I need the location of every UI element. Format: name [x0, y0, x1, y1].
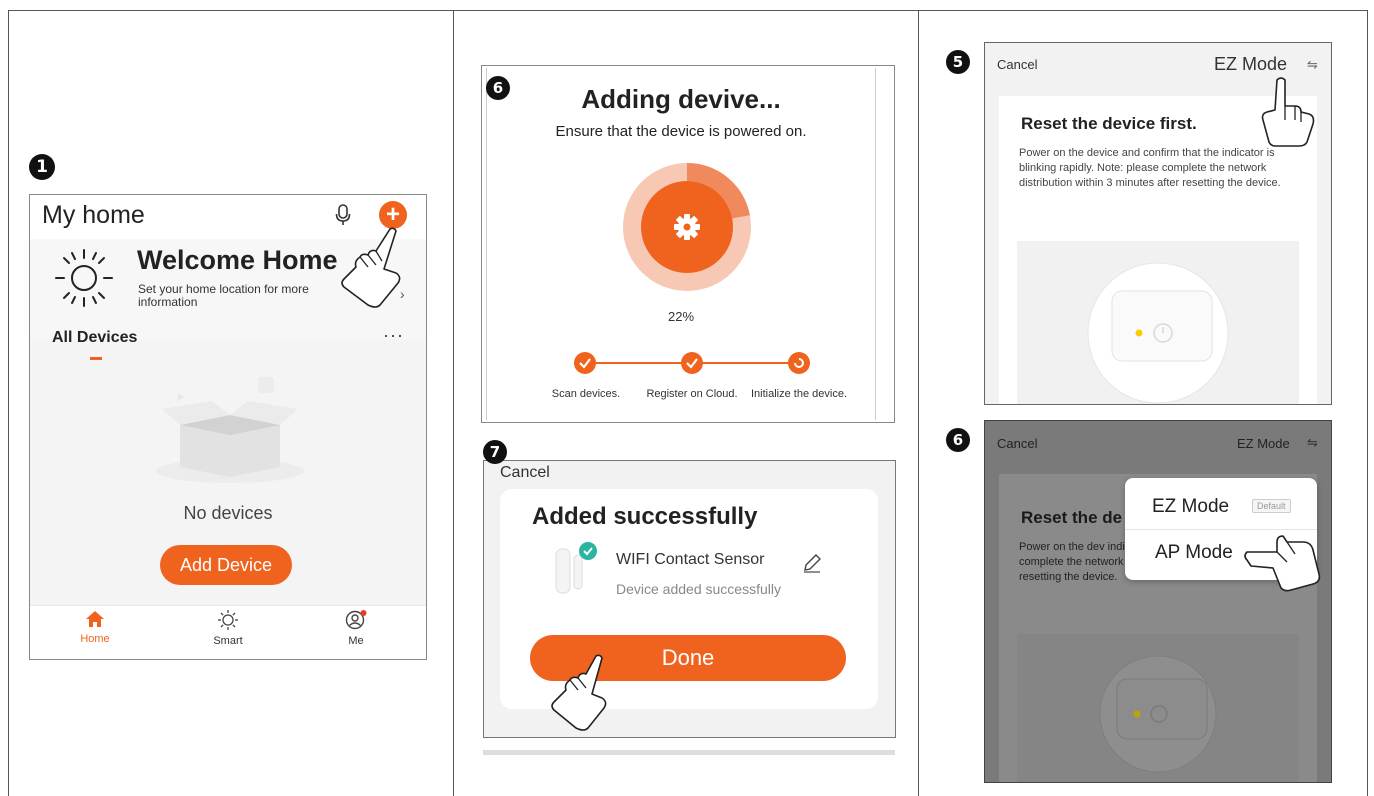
default-badge: Default — [1252, 499, 1291, 513]
tab-label: Home — [80, 633, 110, 645]
divider-bar — [483, 750, 895, 755]
step-badge-1: 1 — [29, 154, 55, 180]
step-badge-6: 6 — [946, 428, 970, 452]
menu-item-ap-mode[interactable]: AP Mode — [1155, 542, 1233, 564]
phone-added-successfully: Cancel Added successfully WIFI Contact S… — [483, 460, 896, 738]
step-done-icon — [574, 352, 596, 374]
step-label: Initialize the device. — [751, 388, 847, 400]
mode-selector[interactable]: EZ Mode — [1237, 436, 1290, 451]
step-badge-7: 7 — [483, 440, 507, 464]
bottom-tab-bar: Home Smart Me — [30, 605, 426, 659]
sun-icon — [55, 249, 113, 307]
progress-steps — [574, 352, 810, 374]
add-device-button[interactable]: Add Device — [160, 545, 292, 585]
tab-label: Smart — [213, 635, 243, 647]
device-illustration — [1017, 241, 1299, 404]
reset-description: Power on the device and confirm that the… — [1019, 147, 1281, 189]
adding-subtitle: Ensure that the device is powered on. — [555, 123, 807, 140]
success-title: Added successfully — [532, 503, 758, 530]
microphone-icon[interactable] — [335, 204, 351, 226]
profile-icon — [345, 610, 367, 630]
gear-icon — [674, 214, 700, 240]
hand-pointer-icon — [1261, 77, 1315, 147]
swap-icon[interactable]: ⇋ — [1307, 435, 1318, 451]
adding-screen: Adding devive... Ensure that the device … — [486, 68, 876, 420]
indicator-device-icon — [1087, 262, 1229, 404]
cancel-link[interactable]: Cancel — [997, 436, 1037, 451]
column-divider — [453, 10, 454, 796]
reset-title: Reset the device first. — [1021, 114, 1197, 133]
phone-mode-menu: Cancel EZ Mode ⇋ Reset the de Power on t… — [984, 420, 1332, 783]
step-badge-6: 6 — [486, 76, 510, 100]
device-illustration — [1017, 634, 1299, 782]
empty-box-icon — [156, 377, 304, 483]
phone-adding-device: Adding devive... Ensure that the device … — [481, 65, 895, 423]
page-title: My home — [42, 201, 145, 229]
contact-sensor-icon — [555, 542, 597, 594]
step-label: Register on Cloud. — [646, 388, 738, 400]
tab-label: Me — [348, 635, 364, 647]
step-label: Scan devices. — [551, 388, 621, 400]
swap-icon[interactable]: ⇋ — [1307, 57, 1318, 73]
tab-home[interactable]: Home — [55, 610, 135, 645]
mode-selector[interactable]: EZ Mode — [1214, 54, 1287, 75]
sun-icon — [218, 610, 238, 630]
empty-state-text: No devices — [183, 503, 273, 523]
menu-item-ez-mode[interactable]: EZ Mode — [1152, 496, 1229, 518]
tab-me[interactable]: Me — [316, 610, 396, 647]
cancel-link[interactable]: Cancel — [997, 57, 1037, 72]
reset-title: Reset the de — [1021, 508, 1123, 527]
column-divider — [918, 10, 919, 796]
progress-percent: 22% — [667, 309, 695, 324]
step-done-icon — [681, 352, 703, 374]
menu-divider — [1125, 529, 1317, 530]
welcome-subtitle: Set your home location for more informat… — [138, 282, 309, 309]
hand-pointer-icon — [341, 227, 401, 308]
adding-title: Adding devive... — [581, 84, 781, 114]
step-badge-5: 5 — [946, 50, 970, 74]
all-devices-tab[interactable]: All Devices — [52, 329, 137, 347]
welcome-title: Welcome Home — [137, 245, 338, 275]
indicator-device-icon — [1099, 655, 1217, 773]
edit-pencil-icon[interactable] — [802, 553, 822, 573]
step-loading-icon — [788, 352, 810, 374]
device-status: Device added successfully — [616, 581, 781, 597]
home-icon — [86, 611, 104, 627]
device-name: WIFI Contact Sensor — [616, 551, 765, 568]
more-icon[interactable]: ··· — [383, 325, 404, 346]
hand-pointer-icon — [1244, 535, 1321, 592]
tab-smart[interactable]: Smart — [188, 610, 268, 647]
cancel-link[interactable]: Cancel — [500, 464, 550, 482]
active-tab-indicator — [90, 357, 102, 360]
hand-pointer-icon — [551, 654, 607, 731]
